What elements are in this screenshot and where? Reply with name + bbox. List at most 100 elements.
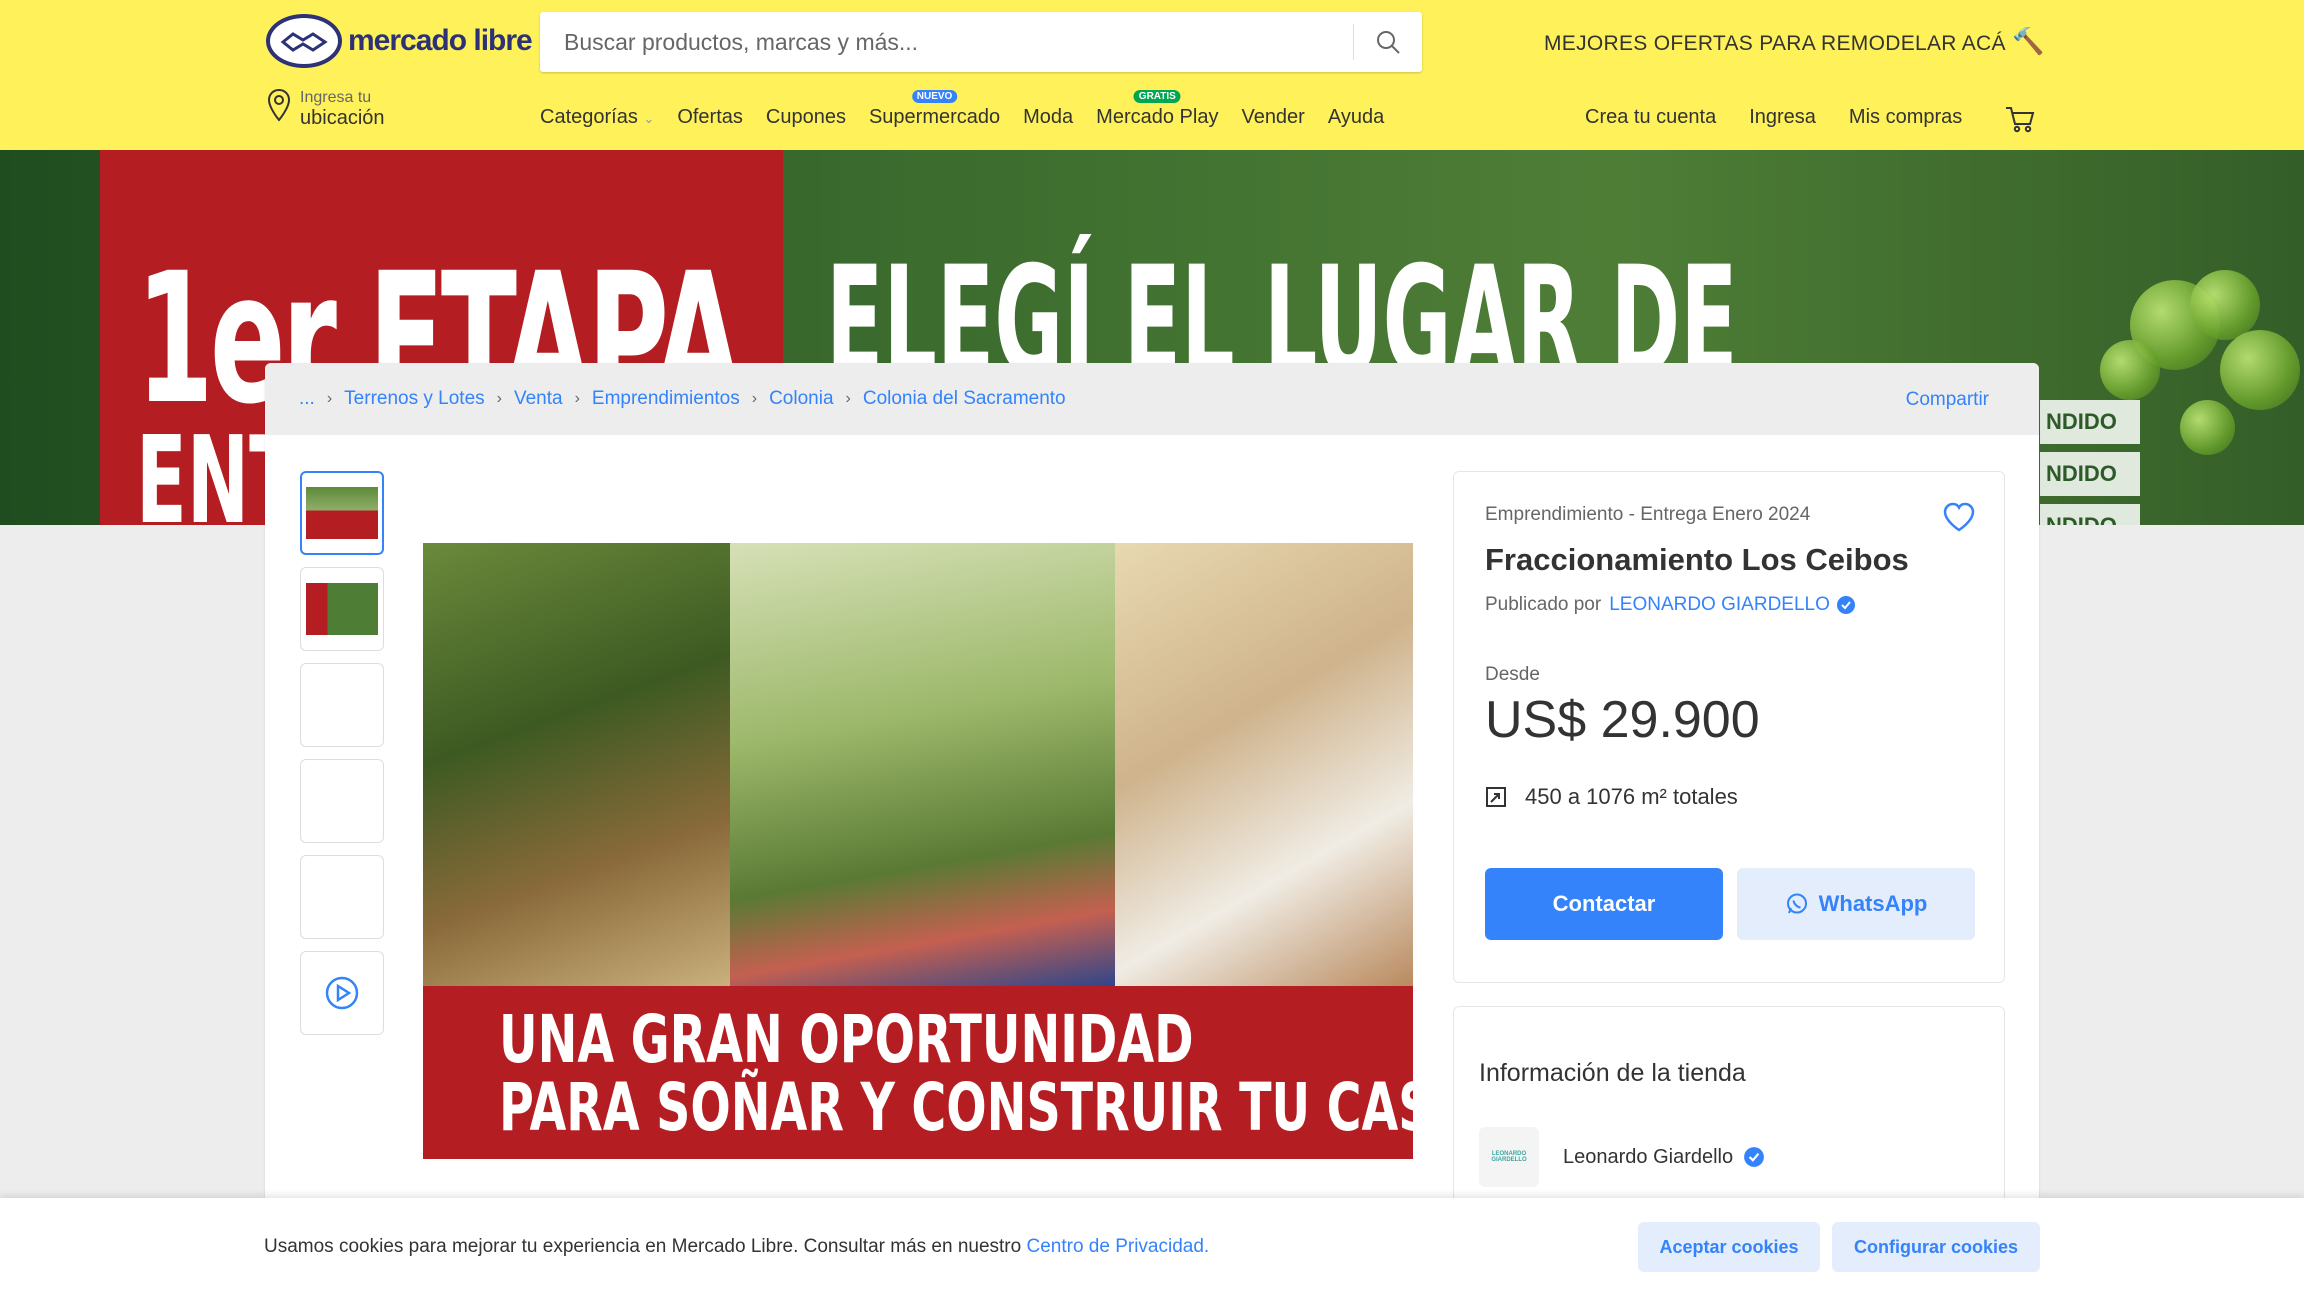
nav-supermercado[interactable]: NUEVO Supermercado <box>868 90 1001 129</box>
listing-subtitle: Emprendimiento - Entrega Enero 2024 <box>1485 504 1811 525</box>
breadcrumb-item[interactable]: ... <box>299 388 315 410</box>
thumbnail[interactable] <box>300 855 384 939</box>
nav-moda[interactable]: Moda <box>1023 106 1073 129</box>
published-by-label: Publicado por <box>1485 594 1602 615</box>
chevron-right-icon: › <box>751 390 758 407</box>
banner-bubble <box>2100 340 2160 400</box>
promo-link[interactable]: MEJORES OFERTAS PARA REMODELAR ACÁ 🔨 <box>1544 26 2045 57</box>
search-icon <box>1377 31 1400 54</box>
search-button[interactable] <box>1354 12 1422 72</box>
banner-bubble <box>2180 400 2235 455</box>
store-logo: LEONARDO GIARDELLO <box>1479 1127 1539 1187</box>
nav-label: Cupones <box>765 106 846 128</box>
cart-button[interactable] <box>2004 104 2036 139</box>
image-caption-strip: UNA GRAN OPORTUNIDAD PARA SOÑAR Y CONSTR… <box>423 986 1469 1159</box>
breadcrumb-item[interactable]: Terrenos y Lotes <box>344 388 484 410</box>
photo-woman-headphones <box>1115 543 1413 986</box>
listing-details-panel: Emprendimiento - Entrega Enero 2024 Frac… <box>1453 471 2005 983</box>
location-label: Ingresa tu <box>300 89 372 106</box>
whatsapp-icon <box>1785 892 1809 916</box>
cookie-message: Usamos cookies para mejorar tu experienc… <box>264 1236 1209 1258</box>
store-row[interactable]: LEONARDO GIARDELLO Leonardo Giardello <box>1479 1127 1765 1187</box>
caption-line: PARA SOÑAR Y CONSTRUIR TU CASA <box>499 1069 1470 1146</box>
main-product-image[interactable]: UNA GRAN OPORTUNIDAD PARA SOÑAR Y CONSTR… <box>423 543 1469 1159</box>
cookie-banner: Usamos cookies para mejorar tu experienc… <box>0 1198 2304 1296</box>
listing-title: Fraccionamiento Los Ceibos <box>1485 542 1909 577</box>
breadcrumb-item[interactable]: Emprendimientos <box>592 388 740 410</box>
promo-text: MEJORES OFERTAS PARA REMODELAR ACÁ <box>1544 32 2006 55</box>
chevron-right-icon: › <box>574 390 580 407</box>
thumbnail[interactable] <box>300 663 384 747</box>
store-logo-text: LEONARDO GIARDELLO <box>1491 1151 1527 1163</box>
cart-icon <box>2006 107 2035 133</box>
heart-icon <box>1943 502 1975 532</box>
location-value: ubicación <box>300 107 385 129</box>
nav-label: Ayuda <box>1327 106 1385 128</box>
header: mercado libre MEJORES OFERTAS PARA REMOD… <box>0 0 2304 150</box>
area-attribute: 450 a 1076 m² totales <box>1485 784 1738 810</box>
thumbnail[interactable] <box>300 759 384 843</box>
breadcrumb-item[interactable]: Colonia <box>769 388 833 410</box>
chevron-right-icon: › <box>496 390 502 407</box>
my-purchases-link[interactable]: Mis compras <box>1849 106 1962 129</box>
photo-children-tree <box>423 543 730 986</box>
search-bar <box>540 12 1422 72</box>
listing-card: ... › Terrenos y Lotes › Venta › Emprendimi… <box>265 363 2039 1296</box>
whatsapp-label: WhatsApp <box>1818 891 1928 916</box>
location-selector[interactable]: Ingresa tu ubicación <box>266 88 385 128</box>
price-prefix: Desde <box>1485 664 1540 685</box>
nav-label: Supermercado <box>868 106 1001 128</box>
store-name: Leonardo Giardello <box>1563 1145 1734 1168</box>
banner-bubble <box>2190 270 2260 340</box>
breadcrumb: ... › Terrenos y Lotes › Venta › Emprendimi… <box>265 363 2039 435</box>
sold-tag: NDIDO <box>2040 452 2140 496</box>
whatsapp-button[interactable]: WhatsApp <box>1737 868 1975 940</box>
nav-label: Vender <box>1241 106 1305 128</box>
nav-label: Mercado Play <box>1096 106 1219 128</box>
photo-man-hammock <box>730 543 1115 986</box>
nav-ofertas[interactable]: Ofertas <box>677 106 743 129</box>
breadcrumb-item[interactable]: Venta <box>514 388 563 410</box>
login-link[interactable]: Ingresa <box>1749 106 1816 129</box>
share-link[interactable]: Compartir <box>1906 389 1989 411</box>
nav-ayuda[interactable]: Ayuda <box>1328 106 1384 129</box>
breadcrumb-item[interactable]: Colonia del Sacramento <box>863 388 1066 410</box>
nav-mercado-play[interactable]: GRATIS Mercado Play <box>1096 90 1219 129</box>
video-thumbnail[interactable] <box>300 951 384 1035</box>
search-input[interactable] <box>540 12 1340 72</box>
chevron-right-icon: › <box>845 390 851 407</box>
thumbnail-list <box>300 471 384 1047</box>
hammer-icon: 🔨 <box>2011 26 2045 56</box>
sold-tag: NDIDO <box>2040 400 2140 444</box>
favorite-button[interactable] <box>1942 502 1976 537</box>
nav-label: Moda <box>1023 106 1074 128</box>
create-account-link[interactable]: Crea tu cuenta <box>1585 106 1716 129</box>
verified-icon <box>1836 595 1856 615</box>
configure-cookies-button[interactable]: Configurar cookies <box>1832 1222 2040 1272</box>
mercadolibre-logo[interactable]: mercado libre <box>266 14 533 68</box>
logo-text: mercado libre <box>348 24 533 57</box>
location-pin-icon <box>267 88 291 122</box>
accept-cookies-button[interactable]: Aceptar cookies <box>1638 1222 1820 1272</box>
nav-categorias[interactable]: Categorías ⌄ <box>540 106 654 129</box>
thumbnail-image <box>306 487 378 539</box>
nav-vender[interactable]: Vender <box>1241 106 1304 129</box>
banner-bubble <box>2220 330 2300 410</box>
free-badge: GRATIS <box>1133 90 1181 103</box>
thumbnail-image <box>306 583 378 635</box>
handshake-icon <box>266 14 342 68</box>
thumbnail[interactable] <box>300 471 384 555</box>
publisher-line: Publicado por LEONARDO GIARDELLO <box>1485 594 1856 616</box>
chevron-down-icon: ⌄ <box>643 111 655 126</box>
photo-collage <box>423 543 1413 986</box>
contact-button[interactable]: Contactar <box>1485 868 1723 940</box>
cookie-text: Usamos cookies para mejorar tu experienc… <box>264 1236 1022 1257</box>
sold-tag: NDIDO <box>2040 504 2140 525</box>
publisher-link[interactable]: LEONARDO GIARDELLO <box>1609 594 1830 616</box>
new-badge: NUEVO <box>911 90 958 103</box>
nav-cupones[interactable]: Cupones <box>766 106 846 129</box>
privacy-center-link[interactable]: Centro de Privacidad. <box>1026 1236 1209 1257</box>
nav-label: Categorías <box>540 106 638 128</box>
price: US$ 29.900 <box>1485 691 1760 749</box>
thumbnail[interactable] <box>300 567 384 651</box>
